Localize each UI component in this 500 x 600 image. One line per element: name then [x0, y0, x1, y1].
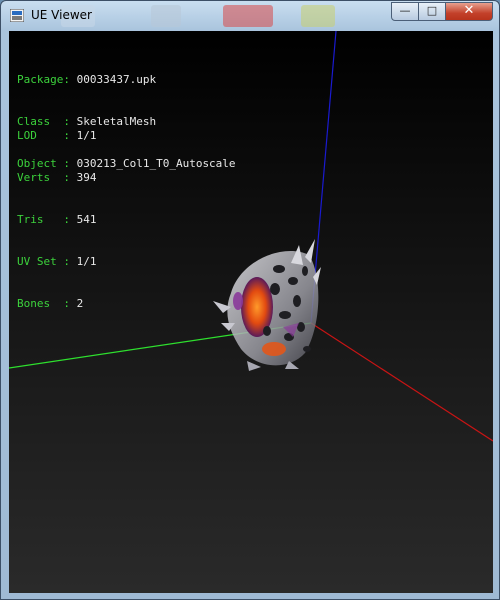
bones-value: 2: [76, 297, 84, 310]
uvset-value: 1/1: [76, 255, 97, 268]
package-row: Package: 00033437.upk: [17, 73, 236, 87]
lod-value: 1/1: [76, 129, 97, 142]
object-value: 030213_Col1_T0_Autoscale: [76, 157, 236, 170]
axis-x-line: [310, 322, 493, 442]
minimize-button[interactable]: —: [391, 2, 419, 21]
title-bar[interactable]: UE Viewer — □ ✕: [1, 1, 500, 31]
lod-row: LOD : 1/1: [17, 129, 96, 143]
verts-value: 394: [76, 171, 97, 184]
tris-row: Tris : 541: [17, 213, 96, 227]
window-title: UE Viewer: [31, 8, 92, 22]
ue-viewer-window: UE Viewer — □ ✕ Package: 00033437.upk Cl…: [0, 0, 500, 600]
lod-label: LOD :: [17, 129, 70, 142]
maximize-icon: □: [426, 4, 438, 17]
bones-label: Bones :: [17, 297, 70, 310]
package-value: 00033437.upk: [76, 73, 157, 86]
3d-viewport[interactable]: Package: 00033437.upk Class : SkeletalMe…: [9, 31, 493, 593]
verts-row: Verts : 394: [17, 171, 96, 185]
package-label: Package:: [17, 73, 70, 86]
ue-viewer-icon: [10, 9, 24, 22]
uvset-label: UV Set :: [17, 255, 70, 268]
verts-label: Verts :: [17, 171, 70, 184]
mesh-stats-panel: LOD : 1/1 Verts : 394 Tris : 541 UV Set …: [17, 101, 96, 339]
uvset-row: UV Set : 1/1: [17, 255, 96, 269]
close-icon: ✕: [463, 3, 475, 18]
maximize-button[interactable]: □: [418, 2, 446, 21]
skeletal-mesh-model: [213, 239, 321, 371]
bones-row: Bones : 2: [17, 297, 96, 311]
minimize-icon: —: [399, 4, 411, 17]
tris-label: Tris :: [17, 213, 70, 226]
tris-value: 541: [76, 213, 97, 226]
close-button[interactable]: ✕: [445, 2, 493, 21]
